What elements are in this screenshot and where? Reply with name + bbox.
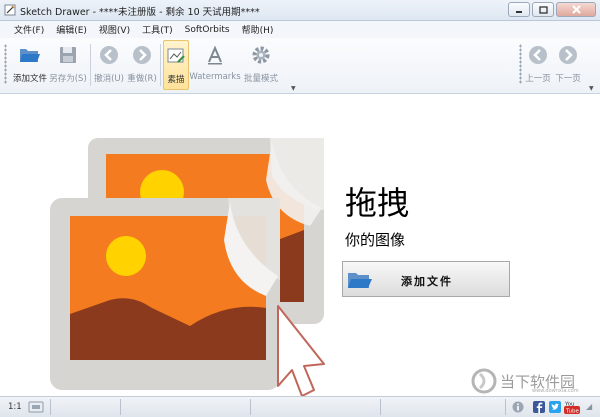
arrow-left-circle-icon xyxy=(100,46,118,64)
resize-grip-icon[interactable]: ◢ xyxy=(586,402,592,411)
window-title: Sketch Drawer - ****未注册版 - 剩余 10 天试用期***… xyxy=(20,7,260,18)
add-file-button-label: 添加文件 xyxy=(401,275,453,288)
toolbar-grip[interactable] xyxy=(519,44,522,84)
watermark-url: www.downxia.com xyxy=(532,388,579,394)
menu-edit[interactable]: 编辑(E) xyxy=(56,23,87,36)
minimize-icon xyxy=(516,10,522,13)
twitter-icon[interactable] xyxy=(549,401,561,413)
youtube-icon[interactable]: You Tube xyxy=(564,400,580,414)
text-a-icon xyxy=(208,45,222,65)
watermarks-button[interactable]: Watermarks xyxy=(189,40,241,90)
drop-title: 拖拽 xyxy=(345,184,410,222)
zoom-level: 1:1 xyxy=(8,402,22,412)
menu-softorbits[interactable]: SoftOrbits xyxy=(185,25,230,35)
toolbar-overflow-arrow[interactable]: ▼ xyxy=(589,85,594,92)
batch-mode-label: 批量模式 xyxy=(243,74,278,84)
status-divider xyxy=(50,399,51,415)
watermark-logo-icon xyxy=(471,368,497,394)
toolbar-grip[interactable] xyxy=(4,44,7,84)
prev-page-label: 上一页 xyxy=(525,74,551,84)
gear-icon xyxy=(252,46,270,64)
status-bar: 1:1 You Tube ◢ xyxy=(0,396,600,417)
toolbar-separator xyxy=(90,44,91,86)
app-icon xyxy=(4,4,16,16)
undo-label: 撤消(U) xyxy=(94,74,124,84)
maximize-icon xyxy=(538,5,548,14)
status-divider xyxy=(505,399,506,415)
next-page-label: 下一页 xyxy=(555,74,581,84)
svg-text:You: You xyxy=(564,402,574,408)
facebook-icon[interactable] xyxy=(533,401,545,413)
save-icon xyxy=(60,47,76,63)
menu-help[interactable]: 帮助(H) xyxy=(242,23,274,36)
info-icon[interactable] xyxy=(512,401,524,413)
close-button[interactable] xyxy=(556,2,596,17)
arrow-right-circle-icon xyxy=(133,46,151,64)
add-file-toolbar-button[interactable]: 添加文件 xyxy=(12,40,48,90)
sketch-button[interactable]: 素描 xyxy=(163,40,189,90)
status-divider xyxy=(380,399,381,415)
title-bar: Sketch Drawer - ****未注册版 - 剩余 10 天试用期***… xyxy=(0,0,600,21)
redo-label: 重做(R) xyxy=(127,74,157,84)
save-as-label: 另存为(S) xyxy=(49,74,87,84)
arrow-right-circle-icon xyxy=(559,46,577,64)
menu-file[interactable]: 文件(F) xyxy=(14,23,44,36)
svg-text:Tube: Tube xyxy=(565,409,580,415)
undo-button[interactable]: 撤消(U) xyxy=(93,40,125,90)
status-divider xyxy=(120,399,121,415)
site-watermark: 当下软件园 www.downxia.com xyxy=(470,368,595,394)
toolbar-overflow-arrow[interactable]: ▼ xyxy=(291,85,296,92)
close-icon xyxy=(571,5,581,14)
drop-subtitle: 你的图像 xyxy=(345,231,406,249)
sketch-icon xyxy=(167,48,185,63)
drop-images-illustration xyxy=(50,138,325,396)
menu-bar: 文件(F) 编辑(E) 视图(V) 工具(T) SoftOrbits 帮助(H) xyxy=(0,21,600,38)
fit-screen-icon[interactable] xyxy=(28,401,44,413)
minimize-button[interactable] xyxy=(508,2,530,17)
save-as-button[interactable]: 另存为(S) xyxy=(48,40,88,90)
maximize-button[interactable] xyxy=(532,2,554,17)
status-divider xyxy=(250,399,251,415)
toolbar: 添加文件 另存为(S) 撤消(U) 重做(R) 素描 Watermarks 批量… xyxy=(0,38,600,94)
add-file-label: 添加文件 xyxy=(12,74,47,84)
toolbar-separator xyxy=(160,44,161,86)
prev-page-button[interactable]: 上一页 xyxy=(523,40,553,90)
sketch-label: 素描 xyxy=(167,75,185,85)
menu-view[interactable]: 视图(V) xyxy=(99,23,130,36)
front-photo xyxy=(50,198,280,390)
watermarks-label: Watermarks xyxy=(189,72,241,82)
next-page-button[interactable]: 下一页 xyxy=(553,40,583,90)
batch-mode-button[interactable]: 批量模式 xyxy=(241,40,281,90)
menu-tools[interactable]: 工具(T) xyxy=(142,23,173,36)
add-file-button[interactable]: 添加文件 xyxy=(342,261,510,297)
open-folder-icon xyxy=(20,49,40,62)
arrow-left-circle-icon xyxy=(529,46,547,64)
redo-button[interactable]: 重做(R) xyxy=(125,40,159,90)
